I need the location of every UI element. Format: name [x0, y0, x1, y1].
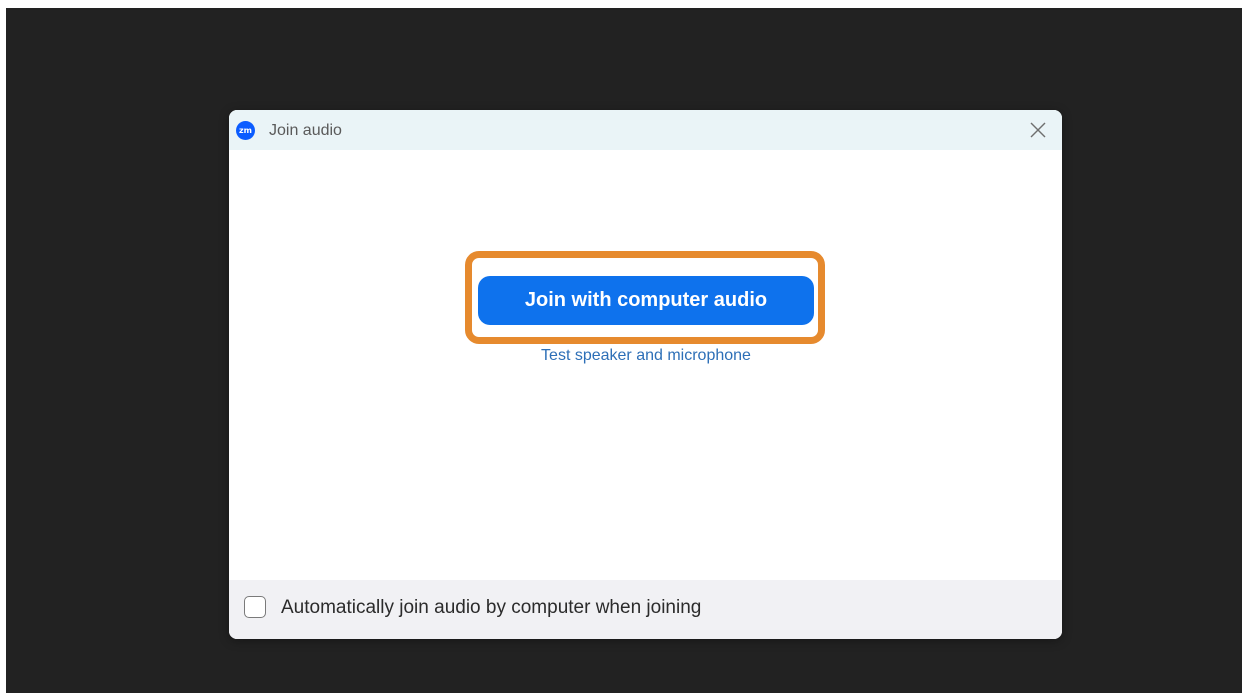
dialog-titlebar: zm Join audio	[229, 110, 1062, 150]
join-with-computer-audio-button[interactable]: Join with computer audio	[478, 276, 814, 325]
app-backdrop: zm Join audio Join with computer audio T…	[6, 8, 1242, 693]
dialog-footer: Automatically join audio by computer whe…	[229, 580, 1062, 639]
join-audio-dialog: zm Join audio Join with computer audio T…	[229, 110, 1062, 639]
zoom-logo-icon: zm	[236, 121, 255, 140]
close-button[interactable]	[1028, 120, 1048, 140]
close-icon	[1030, 122, 1046, 138]
auto-join-label[interactable]: Automatically join audio by computer whe…	[281, 598, 701, 618]
dialog-title: Join audio	[269, 122, 342, 139]
test-speaker-microphone-link[interactable]: Test speaker and microphone	[479, 347, 813, 365]
auto-join-checkbox[interactable]	[244, 596, 266, 618]
dialog-content: Join with computer audio Test speaker an…	[229, 150, 1062, 580]
